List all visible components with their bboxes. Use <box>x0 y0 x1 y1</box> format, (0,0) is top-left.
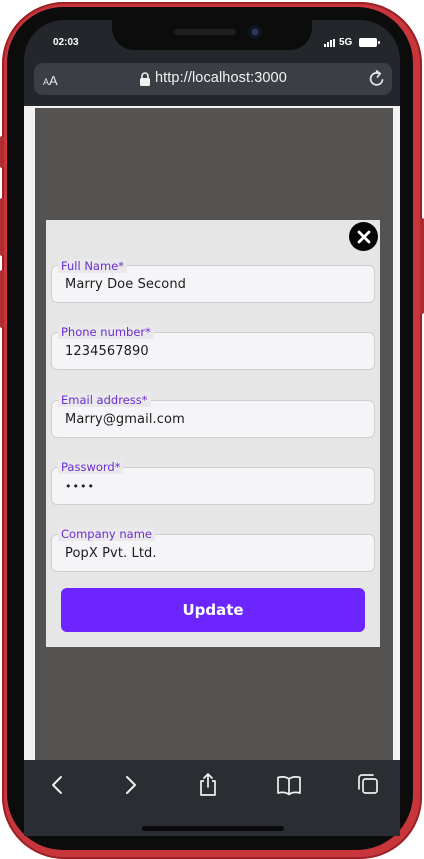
text-size-big: A <box>49 73 58 88</box>
url-text[interactable]: http://localhost:3000 <box>155 70 287 86</box>
back-icon[interactable] <box>46 772 70 798</box>
signal-icon <box>324 38 335 47</box>
home-indicator <box>142 826 284 831</box>
forward-icon[interactable] <box>119 772 143 798</box>
reload-icon[interactable] <box>367 69 387 89</box>
volume-down-button <box>0 270 4 328</box>
update-button[interactable]: Update <box>61 588 365 632</box>
battery-icon <box>359 38 381 47</box>
status-time: 02:03 <box>53 37 79 48</box>
lock-icon <box>140 72 150 86</box>
share-icon[interactable] <box>196 772 220 798</box>
phone-number-label: Phone number* <box>58 325 154 339</box>
address-bar[interactable]: AA http://localhost:3000 <box>34 63 392 95</box>
power-button <box>420 218 424 314</box>
volume-up-button <box>0 198 4 256</box>
text-size-button[interactable]: AA <box>43 72 58 90</box>
full-name-label: Full Name* <box>58 259 127 273</box>
status-indicators: 5G <box>324 37 381 48</box>
bookmarks-icon[interactable] <box>276 772 302 798</box>
password-label: Password* <box>58 460 124 474</box>
company-name-label: Company name <box>58 527 155 541</box>
close-icon <box>357 230 370 243</box>
network-type: 5G <box>339 37 353 48</box>
password-value[interactable]: •••• <box>65 480 95 493</box>
earpiece-speaker <box>174 29 236 35</box>
email-value[interactable]: Marry@gmail.com <box>65 412 185 427</box>
full-name-value[interactable]: Marry Doe Second <box>65 277 186 292</box>
company-name-value[interactable]: PopX Pvt. Ltd. <box>65 546 157 561</box>
phone-number-value[interactable]: 1234567890 <box>65 344 149 359</box>
front-camera <box>248 25 262 39</box>
close-button[interactable] <box>349 222 378 251</box>
tabs-icon[interactable] <box>356 772 380 798</box>
email-label: Email address* <box>58 393 151 407</box>
mute-switch <box>0 136 4 168</box>
notch <box>112 20 312 50</box>
